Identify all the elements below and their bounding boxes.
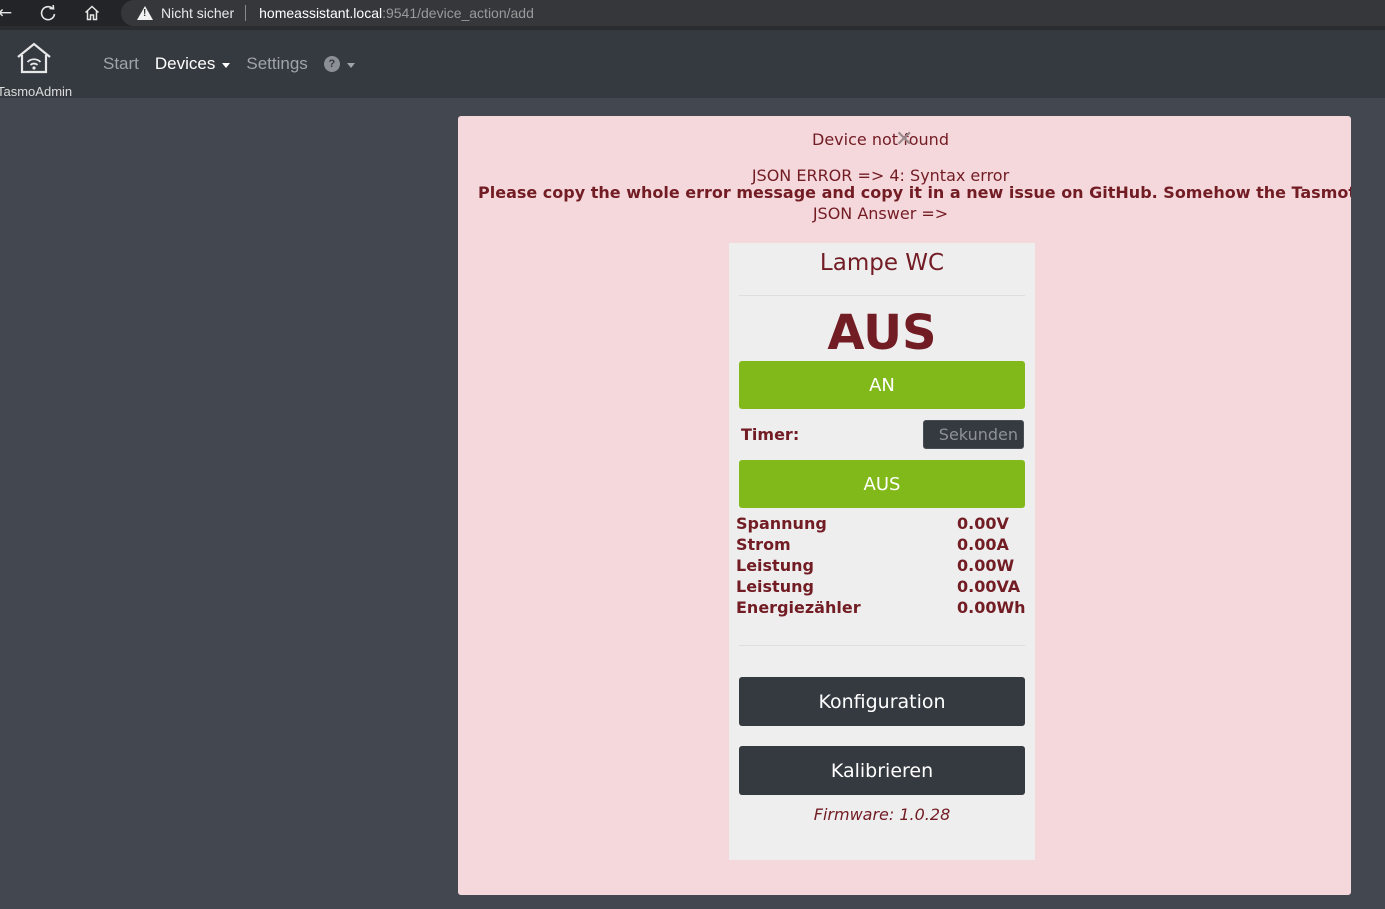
alert-title: Device not found bbox=[812, 130, 949, 149]
calibrate-button[interactable]: Kalibrieren bbox=[739, 746, 1025, 795]
security-label[interactable]: Nicht sicher bbox=[161, 5, 234, 21]
chevron-down-icon bbox=[222, 62, 231, 68]
address-bar[interactable]: Nicht sicher homeassistant.local:9541/de… bbox=[121, 0, 1385, 26]
timer-input[interactable] bbox=[923, 420, 1024, 449]
divider bbox=[739, 645, 1025, 646]
sensor-row: Energiezähler 0.00Wh bbox=[736, 598, 1035, 619]
url-path: :9541/device_action/add bbox=[382, 5, 534, 21]
error-alert: Device not found ✕ JSON ERROR => 4: Synt… bbox=[458, 116, 1351, 895]
main-nav: Start Devices Settings ? bbox=[103, 54, 371, 74]
device-state: AUS bbox=[827, 305, 937, 361]
browser-toolbar: ← Nicht sicher homeassistant.local:9541/… bbox=[0, 0, 1385, 26]
app-navbar: TasmoAdmin Start Devices Settings ? bbox=[0, 30, 1385, 99]
sensor-value: 0.00W bbox=[957, 556, 1015, 575]
divider bbox=[739, 295, 1025, 296]
sensor-row: Leistung 0.00VA bbox=[736, 577, 1035, 598]
copy-message: Please copy the whole error message and … bbox=[478, 183, 1351, 202]
off-button[interactable]: AUS bbox=[739, 460, 1025, 508]
nav-settings[interactable]: Settings bbox=[246, 54, 307, 74]
chevron-down-icon bbox=[346, 62, 355, 68]
nav-devices[interactable]: Devices bbox=[154, 54, 231, 74]
sensor-value: 0.00VA bbox=[957, 577, 1021, 596]
sensor-name: Energiezähler bbox=[736, 598, 861, 617]
sensor-name: Spannung bbox=[736, 514, 827, 533]
sensor-name: Leistung bbox=[736, 577, 814, 596]
home-icon[interactable] bbox=[79, 0, 105, 26]
sensor-value: 0.00V bbox=[957, 514, 1009, 533]
nav-devices-label: Devices bbox=[154, 54, 216, 73]
device-card: Lampe WC AUS AN Timer: AUS Spannung 0.00… bbox=[729, 243, 1035, 860]
json-answer: JSON Answer => bbox=[812, 204, 949, 223]
close-icon[interactable]: ✕ bbox=[895, 126, 913, 152]
on-button[interactable]: AN bbox=[739, 361, 1025, 409]
divider bbox=[245, 5, 247, 21]
warning-icon bbox=[137, 6, 153, 20]
configuration-button[interactable]: Konfiguration bbox=[739, 677, 1025, 726]
sensor-name: Strom bbox=[736, 535, 791, 554]
sensor-value: 0.00Wh bbox=[957, 598, 1026, 617]
sensor-value: 0.00A bbox=[957, 535, 1009, 554]
nav-help[interactable]: ? bbox=[323, 56, 355, 72]
url-host: homeassistant.local bbox=[259, 5, 383, 21]
sensor-name: Leistung bbox=[736, 556, 814, 575]
sensor-row: Spannung 0.00V bbox=[736, 514, 1035, 535]
help-icon: ? bbox=[323, 56, 340, 72]
device-name: Lampe WC bbox=[819, 250, 945, 276]
house-logo-icon bbox=[17, 42, 51, 74]
sensor-table: Spannung 0.00V Strom 0.00A Leistung 0.00… bbox=[736, 514, 1035, 619]
timer-label: Timer: bbox=[741, 425, 800, 444]
reload-icon[interactable] bbox=[35, 0, 61, 26]
logo[interactable]: TasmoAdmin bbox=[0, 40, 74, 99]
sensor-row: Leistung 0.00W bbox=[736, 556, 1035, 577]
firmware-version: Firmware: 1.0.28 bbox=[813, 805, 951, 824]
nav-start[interactable]: Start bbox=[103, 54, 139, 74]
logo-text: TasmoAdmin bbox=[0, 84, 73, 99]
back-arrow-icon[interactable]: ← bbox=[0, 0, 18, 26]
sensor-row: Strom 0.00A bbox=[736, 535, 1035, 556]
